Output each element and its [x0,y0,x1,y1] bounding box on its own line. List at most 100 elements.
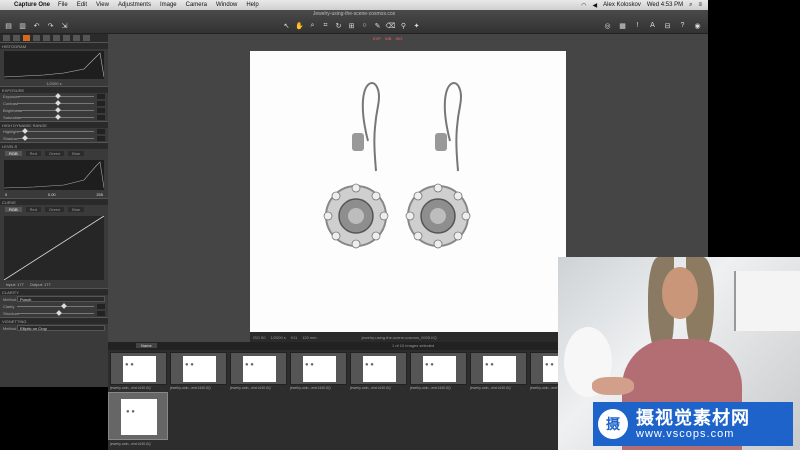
slider-highlight[interactable]: Highlight [0,128,108,135]
levels-mid-value[interactable]: 0.00 [48,192,56,198]
slider-value[interactable] [97,311,105,316]
slider-knob[interactable] [54,114,61,120]
grid-icon[interactable]: ▦ [618,21,627,30]
slider-exposure[interactable]: Exposure [0,93,108,100]
curve-tab-green[interactable]: Green [45,207,65,212]
levels-tab-green[interactable]: Green [45,151,65,156]
curve-tab-rgb[interactable]: RGB [5,207,22,212]
chip-wb[interactable]: WB [385,36,391,41]
menu-adjustments[interactable]: Adjustments [118,2,151,8]
slider-value[interactable] [97,129,105,134]
brush-tool-icon[interactable]: ✎ [373,21,382,30]
menu-view[interactable]: View [96,2,109,8]
thumbnail[interactable]: ● ● [350,352,407,385]
levels-tab-red[interactable]: Red [25,151,42,156]
slider-value[interactable] [97,304,105,309]
pointer-tool-icon[interactable]: ↖ [282,21,291,30]
slider-clarity[interactable]: Clarity [0,303,108,310]
slider-brightness[interactable]: Brightness [0,107,108,114]
slider-value[interactable] [97,101,105,106]
slider-value[interactable] [97,136,105,141]
chip-exp[interactable]: EXP [373,36,381,41]
spot-tool-icon[interactable]: ○ [360,21,369,30]
tab-color[interactable] [33,35,40,41]
search-icon[interactable]: ⌕ [689,2,692,9]
tab-metadata[interactable] [73,35,80,41]
tab-details[interactable] [53,35,60,41]
zoom-tool-icon[interactable]: ⌕ [308,21,317,30]
wb-tool-icon[interactable]: ✦ [412,21,421,30]
eraser-tool-icon[interactable]: ⌫ [386,21,396,30]
tab-output[interactable] [83,35,90,41]
section-exposure[interactable]: EXPOSURE [0,86,108,93]
redo-icon[interactable]: ↷ [46,21,55,30]
settings-icon[interactable]: ◉ [693,21,702,30]
thumbnail[interactable]: ● ● [170,352,227,385]
thumbnail-selected[interactable]: ● ● [108,392,168,440]
thumbnail[interactable]: ● ● [230,352,287,385]
section-histogram[interactable]: HISTOGRAM [0,42,108,49]
menu-user[interactable]: Alex Koloskov [603,2,641,8]
tab-local[interactable] [63,35,70,41]
slider-knob[interactable] [22,128,28,134]
picker-tool-icon[interactable]: ⚲ [399,21,408,30]
menu-file[interactable]: File [58,2,68,8]
vignetting-method-select[interactable]: Elliptic on Crop [17,325,105,331]
list-icon[interactable]: ≡ [698,2,702,8]
volume-icon[interactable]: ◀ [593,2,598,9]
browser-sort-tab[interactable]: Name [136,343,157,348]
wifi-icon[interactable]: ◠ [581,2,586,9]
slider-knob[interactable] [54,93,61,99]
section-levels[interactable]: LEVELS [0,142,108,149]
help-icon[interactable]: ? [678,21,687,30]
slider-saturation[interactable]: Saturation [0,114,108,121]
thumbnail[interactable]: ● ● [470,352,527,385]
slider-knob[interactable] [54,100,61,106]
tab-capture[interactable] [13,35,20,41]
slider-knob[interactable] [54,107,61,113]
levels-tab-rgb[interactable]: RGB [5,151,22,156]
menu-app-name[interactable]: Capture One [14,2,50,8]
levels-tab-blue[interactable]: Blue [68,151,85,156]
slider-value[interactable] [97,115,105,120]
menu-clock[interactable]: Wed 4:53 PM [647,2,683,8]
keystone-tool-icon[interactable]: ⊞ [347,21,356,30]
menu-camera[interactable]: Camera [186,2,207,8]
section-vignetting[interactable]: VIGNETTING [0,317,108,324]
thumbnail[interactable]: ● ● [110,352,167,385]
menu-edit[interactable]: Edit [77,2,87,8]
tab-library[interactable] [3,35,10,41]
rotate-tool-icon[interactable]: ↻ [334,21,343,30]
levels-high-value[interactable]: 255 [96,192,103,198]
menu-image[interactable]: Image [160,2,177,8]
pan-tool-icon[interactable]: ✋ [295,21,304,30]
slider-shadow[interactable]: Shadow [0,135,108,142]
levels-low-value[interactable]: 0 [5,192,7,198]
curve-graph[interactable] [3,215,105,281]
section-hdr[interactable]: HIGH DYNAMIC RANGE [0,121,108,128]
slider-value[interactable] [97,94,105,99]
undo-icon[interactable]: ↶ [32,21,41,30]
slider-knob[interactable] [56,310,62,316]
compare-icon[interactable]: ⊟ [663,21,672,30]
main-photo[interactable] [250,51,566,332]
crop-tool-icon[interactable]: ⌗ [321,21,330,30]
process-icon[interactable]: ⇲ [60,21,69,30]
clarity-method-select[interactable]: Punch [17,296,105,302]
menu-window[interactable]: Window [216,2,237,8]
levels-histogram[interactable] [3,160,105,190]
thumbnail[interactable]: ● ● [410,352,467,385]
section-clarity[interactable]: CLARITY [0,288,108,295]
folder-icon[interactable]: ▥ [18,21,27,30]
section-curve[interactable]: CURVE [0,198,108,205]
slider-knob[interactable] [22,135,28,141]
curve-tab-red[interactable]: Red [25,207,42,212]
thumbnail[interactable]: ● ● [290,352,347,385]
exposure-warning-icon[interactable]: ! [633,21,642,30]
import-icon[interactable]: ▤ [4,21,13,30]
slider-structure[interactable]: Structure [0,310,108,317]
chip-iso[interactable]: ISO [395,36,402,41]
slider-contrast[interactable]: Contrast [0,100,108,107]
tab-lens[interactable] [43,35,50,41]
tab-exposure[interactable] [23,35,30,41]
